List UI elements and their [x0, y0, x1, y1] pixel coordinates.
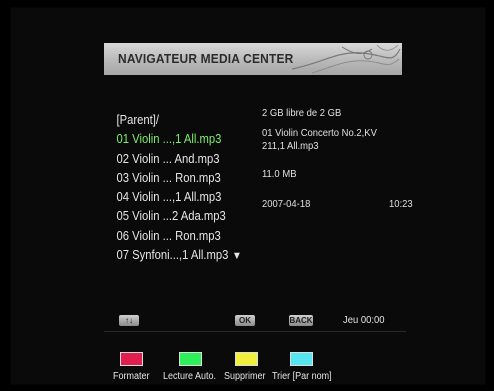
list-item-parent[interactable]: [Parent]/ [112, 111, 243, 130]
back-key-button[interactable]: BACK [289, 315, 313, 326]
header-bar: NAVIGATEUR MEDIA CENTER [104, 43, 402, 75]
list-item[interactable]: 04 Violin ...,1 All.mp3 [112, 188, 243, 207]
list-item-with-more[interactable]: 07 Synfoni...,1 All.mp3 ▼ [112, 246, 243, 265]
navigation-hint-bar: ↑↓ OK BACK Jeu 00:00 [105, 313, 405, 329]
cyan-key-label: Trier [Par nom] [272, 371, 332, 382]
divider [104, 331, 406, 332]
yellow-key-label: Supprimer [224, 371, 266, 382]
red-key-button[interactable] [120, 352, 143, 366]
page-title: NAVIGATEUR MEDIA CENTER [118, 51, 294, 66]
yellow-key-button[interactable] [235, 352, 258, 366]
red-key-label: Formater [113, 371, 150, 382]
list-item[interactable]: 02 Violin ... And.mp3 [112, 150, 243, 169]
green-key-button[interactable] [179, 352, 202, 366]
file-time-text: 10:23 [389, 198, 413, 210]
list-item-selected[interactable]: 01 Violin ...,1 All.mp3 [112, 130, 243, 149]
cyan-key-button[interactable] [290, 352, 313, 366]
file-name-line1: 01 Violin Concerto No.2,KV [262, 127, 377, 139]
file-date-text: 2007-04-18 [262, 198, 311, 210]
green-key-label: Lecture Auto. [163, 371, 217, 382]
scroll-down-arrow-icon[interactable]: ▼ [232, 250, 242, 262]
up-down-key-icon[interactable]: ↑↓ [119, 315, 139, 326]
free-space-text: 2 GB libre de 2 GB [262, 107, 342, 119]
file-size-text: 11.0 MB [262, 168, 297, 180]
decorative-swirl-icon [291, 44, 401, 74]
list-item[interactable]: 03 Violin ... Ron.mp3 [112, 169, 243, 188]
clock-text: Jeu 00:00 [343, 314, 385, 326]
list-item[interactable]: 05 Violin ...2 Ada.mp3 [112, 207, 243, 226]
ok-key-button[interactable]: OK [235, 315, 255, 326]
list-item[interactable]: 06 Violin ... Ron.mp3 [112, 227, 243, 246]
list-item-label: 07 Synfoni...,1 All.mp3 [116, 248, 229, 263]
file-list: [Parent]/ 01 Violin ...,1 All.mp3 02 Vio… [112, 111, 258, 265]
file-name-line2: 211,1 All.mp3 [262, 140, 319, 152]
